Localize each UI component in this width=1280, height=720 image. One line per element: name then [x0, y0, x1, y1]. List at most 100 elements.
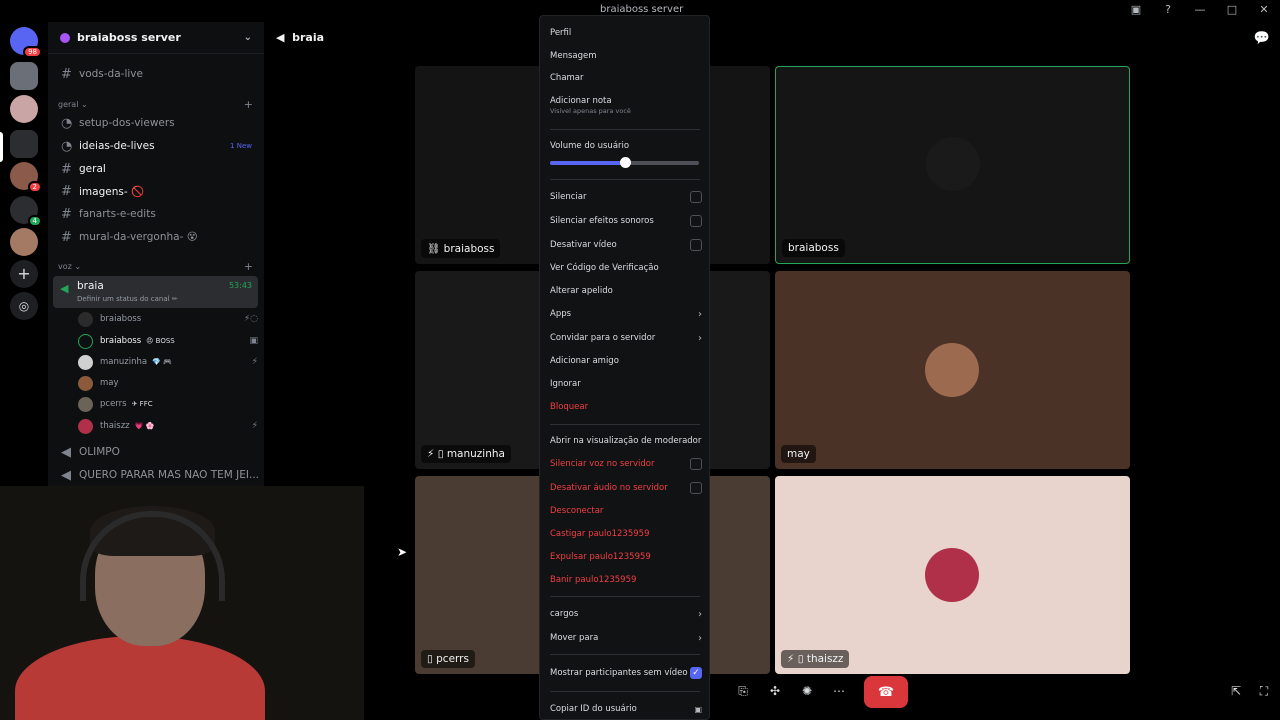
server-icon[interactable] [10, 62, 38, 90]
channel-label: imagens- 🚫 [79, 185, 145, 198]
tile-name-tag: braiaboss [782, 239, 845, 257]
menu-label: Convidar para o servidor [550, 333, 656, 343]
menu-item-copiar[interactable]: Copiar ID do usuário ▣ [550, 700, 702, 718]
channel-vods[interactable]: # vods-da-live [53, 64, 258, 84]
menu-item-nota[interactable]: Adicionar nota Visível apenas para você [550, 92, 700, 115]
category-label: geral ⌄ [58, 100, 88, 109]
menu-item-moderador[interactable]: Abrir na visualização de moderador [550, 432, 701, 450]
menu-item-amigo[interactable]: Adicionar amigo [550, 352, 700, 370]
menu-item-silenciar-efeitos[interactable]: Silenciar efeitos sonoros [550, 212, 702, 230]
hash-icon: # [61, 161, 72, 177]
user-tag: 💗 🌸 [134, 422, 155, 430]
activities-icon[interactable]: ✣ [762, 676, 788, 706]
folder-icon[interactable] [10, 130, 38, 158]
voice-user[interactable]: braiaboss 😠 BOSS ▣ [78, 331, 258, 351]
server-name: braiaboss server [77, 31, 181, 44]
add-server-icon[interactable]: + [10, 260, 38, 288]
menu-item-perfil[interactable]: Perfil [550, 24, 700, 42]
server-icon[interactable]: 4 [10, 196, 42, 227]
menu-item-banir[interactable]: Banir paulo1235959 [550, 571, 700, 589]
inbox-icon[interactable]: ▣ [1128, 3, 1144, 16]
maximize-button[interactable]: □ [1224, 3, 1240, 16]
menu-label: Silenciar [550, 192, 587, 202]
checkbox[interactable] [690, 215, 702, 227]
checkbox-checked[interactable]: ✓ [690, 667, 702, 679]
menu-item-mensagem[interactable]: Mensagem [550, 47, 700, 65]
voice-user[interactable]: braiaboss ⚡◌ [78, 309, 258, 329]
checkbox[interactable] [690, 458, 702, 470]
minimize-button[interactable]: — [1192, 3, 1208, 16]
menu-item-desativar-audio[interactable]: Desativar áudio no servidor [550, 479, 702, 497]
more-icon[interactable]: ⋯ [826, 676, 852, 706]
add-channel-icon[interactable]: + [244, 260, 253, 273]
menu-item-convidar[interactable]: Convidar para o servidor › [550, 329, 702, 347]
menu-item-silenciar-voz[interactable]: Silenciar voz no servidor [550, 455, 702, 473]
tile-name-tag: ▯ pcerrs [421, 650, 475, 668]
server-icon[interactable]: 2 [10, 162, 42, 193]
video-tile-speaking[interactable]: braiaboss [775, 66, 1130, 264]
voice-channel-status[interactable]: Definir um status do canal ✏ [77, 295, 178, 303]
voice-user[interactable]: may [78, 373, 258, 393]
menu-item-ignorar[interactable]: Ignorar [550, 375, 700, 393]
screen-icon: ▣ [249, 336, 258, 346]
avatar [925, 343, 979, 397]
volume-knob[interactable] [619, 157, 631, 168]
server-icon[interactable] [10, 228, 38, 256]
volume-slider[interactable] [550, 157, 699, 168]
disconnect-button[interactable]: ☎ [864, 676, 908, 708]
menu-item-apps[interactable]: Apps › [550, 305, 702, 323]
category-geral[interactable]: geral ⌄ + [58, 98, 253, 111]
menu-item-codigo[interactable]: Ver Código de Verificação [550, 259, 700, 277]
menu-item-bloquear[interactable]: Bloquear [550, 398, 700, 416]
home-icon[interactable]: 98 [10, 27, 42, 58]
checkbox[interactable] [690, 239, 702, 251]
voice-user[interactable]: manuzinha 💎 🎮 ⚡ [78, 352, 258, 372]
voice-timer: 53:43 [228, 281, 252, 290]
channel-geral[interactable]: # geral [53, 159, 258, 179]
voice-user[interactable]: thaiszz 💗 🌸 ⚡ [78, 416, 258, 436]
server-header[interactable]: braiaboss server ⌄ [48, 22, 264, 54]
voice-channel-quero[interactable]: ◀ QUERO PARAR MAS NAO TEM JEI... [53, 465, 259, 485]
chat-icon[interactable]: 💬 [1254, 31, 1270, 46]
add-channel-icon[interactable]: + [244, 98, 253, 111]
checkbox[interactable] [690, 191, 702, 203]
close-button[interactable]: ✕ [1256, 3, 1272, 16]
fullscreen-icon[interactable]: ⛶ [1254, 676, 1274, 706]
menu-item-desconectar[interactable]: Desconectar [550, 502, 700, 520]
menu-divider [550, 654, 700, 655]
explore-icon[interactable]: ◎ [10, 292, 38, 320]
menu-label: Adicionar nota [550, 96, 612, 106]
channel-setup[interactable]: ◔ setup-dos-viewers [53, 113, 258, 133]
channel-imagens[interactable]: # imagens- 🚫 [53, 181, 258, 201]
menu-item-expulsar[interactable]: Expulsar paulo1235959 [550, 548, 700, 566]
video-tile[interactable]: may [775, 271, 1130, 469]
voice-user[interactable]: pcerrs ✈ FFC [78, 394, 258, 414]
channel-label: mural-da-vergonha- 😵 [79, 231, 198, 243]
channel-ideias[interactable]: ◔ ideias-de-lives 1 New [53, 136, 258, 156]
menu-item-apelido[interactable]: Alterar apelido [550, 282, 700, 300]
video-tile[interactable]: ⚡ ▯ thaiszz [775, 476, 1130, 674]
channel-mural[interactable]: # mural-da-vergonha- 😵 [53, 227, 258, 247]
menu-item-mover[interactable]: Mover para › [550, 629, 702, 647]
menu-item-desativar-video[interactable]: Desativar vídeo [550, 236, 702, 254]
help-icon[interactable]: ? [1160, 3, 1176, 16]
channel-fanarts[interactable]: # fanarts-e-edits [53, 204, 258, 224]
menu-item-silenciar[interactable]: Silenciar [550, 188, 702, 206]
checkbox[interactable] [690, 482, 702, 494]
voice-channel-olimpo[interactable]: ◀ OLIMPO [53, 442, 258, 462]
category-voz[interactable]: voz ⌄ + [58, 260, 253, 273]
menu-label: Silenciar efeitos sonoros [550, 216, 654, 226]
popout-icon[interactable]: ⇱ [1226, 676, 1246, 706]
menu-item-mostrar[interactable]: Mostrar participantes sem vídeo ✓ [550, 664, 702, 682]
menu-item-castigar[interactable]: Castigar paulo1235959 [550, 525, 700, 543]
voice-user-name: manuzinha [100, 357, 148, 367]
menu-item-cargos[interactable]: cargos › [550, 605, 702, 623]
screen-share-icon[interactable]: ⎘ [730, 676, 756, 706]
soundboard-icon[interactable]: ✺ [794, 676, 820, 706]
server-icon[interactable] [10, 95, 38, 123]
voice-channel-braia[interactable]: ◀ braia Definir um status do canal ✏ 53:… [53, 276, 258, 308]
menu-item-chamar[interactable]: Chamar [550, 69, 700, 87]
voice-badge: 4 [27, 215, 42, 227]
tile-name: may [787, 448, 810, 460]
hash-icon: # [61, 66, 72, 82]
